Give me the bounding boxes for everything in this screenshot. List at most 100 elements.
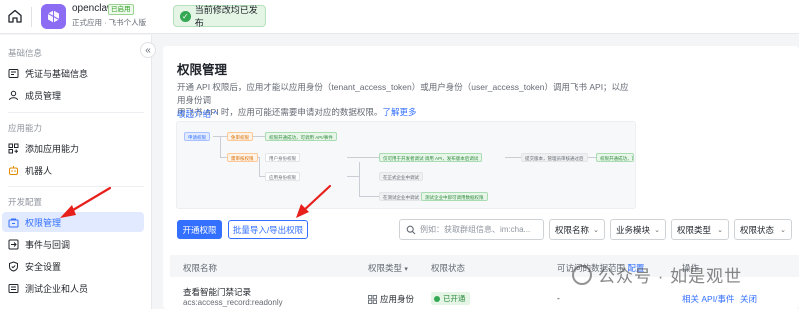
- sidebar-item-label: 事件与回调: [25, 239, 71, 250]
- flow-node-free: 免审权限: [227, 132, 253, 141]
- permission-code: acs:access_record:readonly: [183, 298, 283, 307]
- page-description: 开通 API 权限后，应用才能以应用身份（tenant_access_token…: [177, 81, 637, 119]
- collapse-sidebar-button[interactable]: «: [140, 42, 156, 58]
- flow-connector: [505, 157, 521, 158]
- status-badge: 已开通: [431, 292, 470, 305]
- chevron-down-icon: ⌄: [780, 226, 786, 234]
- status-dot-icon: [434, 295, 440, 302]
- search-input[interactable]: [420, 225, 540, 234]
- app-status-badge: 已启用: [108, 4, 134, 15]
- flow-node-user-identity: 用户身份权限: [265, 153, 300, 162]
- divider: [31, 7, 32, 27]
- related-api-link[interactable]: 相关 API/事件: [682, 293, 734, 305]
- column-header-name: 权限名称: [183, 263, 218, 273]
- status-label: 已开通: [443, 294, 466, 303]
- sidebar-item-bot[interactable]: 机器人: [2, 160, 144, 180]
- chevron-down-icon: ⌄: [717, 226, 723, 234]
- close-permission-link[interactable]: 关闭: [740, 293, 757, 305]
- permission-scope: -: [557, 293, 560, 303]
- test-enterprise-icon: [8, 283, 19, 294]
- flow-connector: [347, 176, 359, 177]
- flow-connector: [347, 157, 379, 158]
- sidebar-item-security[interactable]: 安全设置: [2, 256, 144, 276]
- column-header-type: 权限类型 ▾: [368, 262, 408, 274]
- sidebar-section-dev: 开发配置: [8, 197, 43, 207]
- permission-type: 应用身份: [368, 293, 414, 305]
- filter-permission-name[interactable]: 权限名称 ⌄: [549, 219, 605, 240]
- permission-icon: [8, 217, 19, 228]
- sidebar-divider: [8, 186, 144, 187]
- collapse-intro-link[interactable]: 收起介绍 ^: [177, 108, 217, 120]
- filter-label: 业务模块: [616, 224, 651, 235]
- permission-flow-diagram: 申请权限 免审权限 权限开通成功，可调用 API/事件 需审核权限 用户身份权限…: [176, 121, 636, 209]
- permission-type-label: 应用身份: [380, 294, 415, 304]
- filter-label: 权限类型: [677, 224, 712, 235]
- flow-connector: [220, 136, 221, 157]
- app-logo: [41, 4, 66, 29]
- sidebar-item-members[interactable]: 成员管理: [2, 85, 144, 105]
- flow-node-test-debug: 在测试企业中调试: [379, 192, 423, 201]
- sidebar-item-permissions[interactable]: 权限管理: [2, 212, 144, 232]
- column-header-label: 权限类型: [368, 263, 403, 273]
- chevron-down-icon: ⌄: [593, 226, 599, 234]
- sidebar-item-label: 机器人: [25, 165, 53, 176]
- filter-label: 权限状态: [740, 224, 775, 235]
- flow-node-review: 需审核权限: [227, 153, 258, 162]
- page-title: 权限管理: [177, 63, 228, 77]
- event-icon: [8, 239, 19, 250]
- filter-icon[interactable]: ▾: [404, 266, 408, 273]
- publish-status-toast: ✓ 当前修改均已发布: [173, 5, 266, 28]
- top-bar: openclaw 已启用 正式应用 · 飞书个人版 ✓ 当前修改均已发布: [0, 0, 799, 34]
- search-icon: [406, 225, 416, 234]
- user-icon: [8, 90, 19, 101]
- open-permission-button[interactable]: 开通权限: [177, 220, 222, 239]
- sidebar-item-credentials[interactable]: 凭证与基础信息: [2, 63, 144, 83]
- flow-connector: [220, 157, 227, 158]
- flow-connector: [359, 196, 379, 197]
- flow-node-submit: 提交版本，管理员审核通过后: [521, 153, 588, 162]
- filter-label: 权限名称: [555, 224, 590, 235]
- grid-plus-icon: [8, 143, 19, 154]
- sidebar-divider: [8, 112, 144, 113]
- bot-icon: [8, 165, 19, 176]
- flow-connector: [253, 136, 265, 137]
- permission-search[interactable]: [399, 219, 544, 240]
- flow-connector: [259, 157, 260, 176]
- credentials-icon: [8, 68, 19, 79]
- filter-permission-type[interactable]: 权限类型 ⌄: [671, 219, 729, 240]
- filter-business-module[interactable]: 业务模块 ⌄: [610, 219, 666, 240]
- sidebar-item-events[interactable]: 事件与回调: [2, 234, 144, 254]
- wechat-icon: [572, 264, 592, 285]
- toast-text: 当前修改均已发布: [194, 5, 258, 28]
- batch-import-export-button[interactable]: 批量导入/导出权限: [228, 220, 308, 239]
- home-icon[interactable]: [7, 8, 23, 24]
- app-identity-icon: [368, 294, 377, 304]
- sidebar-item-label: 权限管理: [25, 217, 62, 228]
- flow-node-debug: 仅可用于开发者调试 调用 API，发布版本后调试: [379, 153, 483, 162]
- app-subtitle: 正式应用 · 飞书个人版: [72, 18, 147, 27]
- sidebar-item-test-enterprise[interactable]: 测试企业和人员: [2, 278, 144, 298]
- sidebar-section-capabilities: 应用能力: [8, 123, 43, 133]
- sidebar-item-add-capability[interactable]: 添加应用能力: [2, 138, 144, 158]
- watermark-text: 公众号 · 如是观世: [598, 267, 743, 286]
- sidebar-item-label: 成员管理: [25, 90, 62, 101]
- watermark: 公众号 · 如是观世: [572, 262, 742, 287]
- flow-node-prod-debug: 在正式企业中调试: [379, 172, 423, 181]
- column-header-status: 权限状态: [431, 263, 466, 273]
- chevron-down-icon: ⌄: [654, 226, 660, 234]
- sidebar-item-label: 测试企业和人员: [25, 283, 89, 294]
- sidebar-item-label: 安全设置: [25, 261, 62, 272]
- filter-permission-status[interactable]: 权限状态 ⌄: [734, 219, 792, 240]
- flow-node-app-identity: 应用身份权限: [265, 172, 300, 181]
- sidebar-item-label: 添加应用能力: [25, 143, 80, 154]
- flow-connector: [359, 162, 360, 196]
- flow-node-success: 权限开通成功，可调用 API/事件: [265, 132, 337, 141]
- check-icon: ✓: [180, 10, 191, 22]
- flow-node-test-data: 测试企业中即可调用数据权限: [421, 192, 488, 201]
- sidebar-item-label: 凭证与基础信息: [25, 68, 89, 79]
- flow-node-apply: 申请权限: [184, 132, 210, 141]
- permission-name: 查看智能门禁记录: [183, 287, 252, 297]
- flow-node-success-2: 权限开通成功，可调用 API/事件: [596, 153, 634, 162]
- learn-more-link[interactable]: 了解更多: [382, 107, 416, 117]
- sidebar-section-basic: 基础信息: [8, 48, 43, 58]
